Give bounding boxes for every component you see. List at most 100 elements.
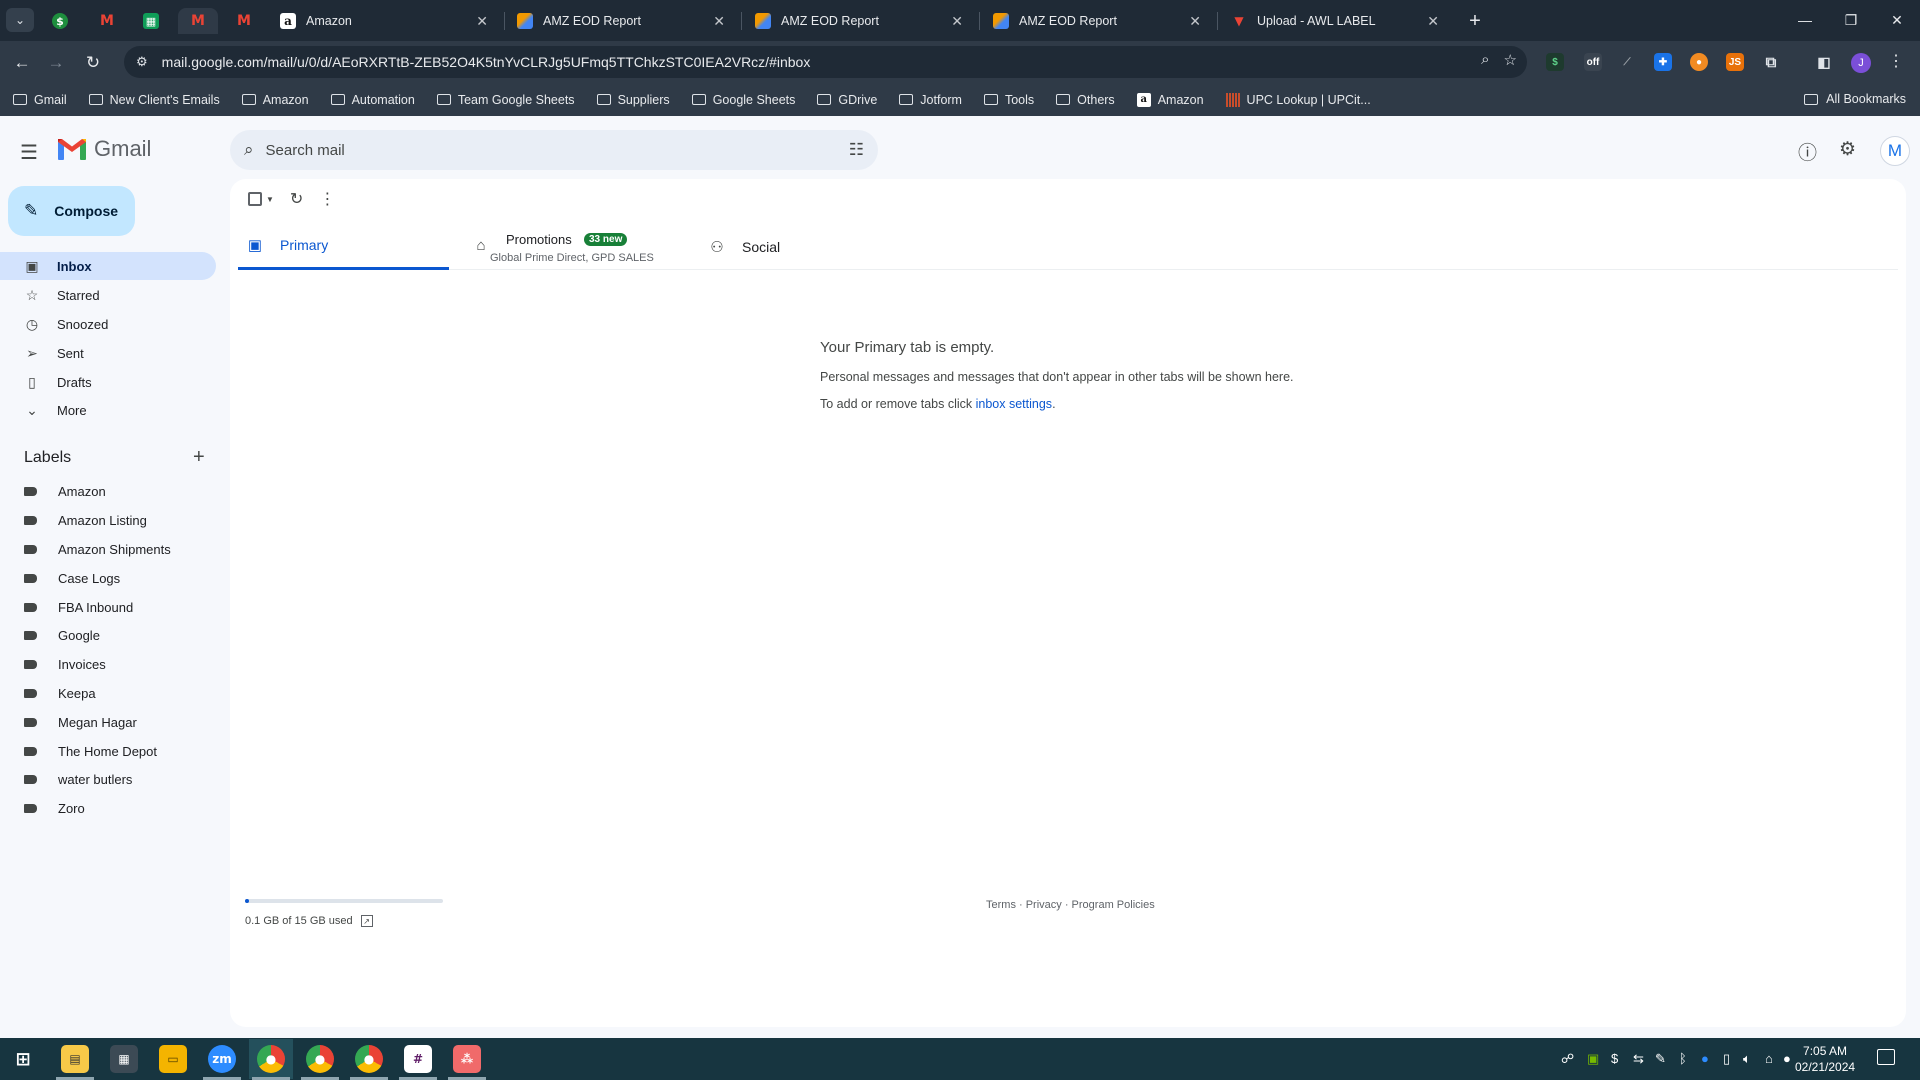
chrome-icon[interactable]: ● <box>257 1045 285 1073</box>
more-options-icon[interactable]: ⋮ <box>319 189 335 209</box>
zoom-icon[interactable]: zm <box>208 1045 236 1073</box>
bookmark-folder[interactable]: Gmail <box>13 93 67 107</box>
url-text[interactable]: mail.google.com/mail/u/0/d/AEoRXRTtB-ZEB… <box>162 54 811 70</box>
select-dropdown-icon[interactable]: ▼ <box>266 195 274 204</box>
chrome-profile-avatar[interactable]: J <box>1851 53 1871 73</box>
minimize-button[interactable]: — <box>1785 8 1825 32</box>
label-item[interactable]: Keepa <box>24 682 96 704</box>
chrome-profile-3-icon[interactable]: ● <box>355 1045 383 1073</box>
sticky-notes-icon[interactable]: ▤ <box>61 1045 89 1073</box>
search-input[interactable] <box>265 141 786 159</box>
bookmark-folder[interactable]: New Client's Emails <box>88 93 220 107</box>
bookmark-folder[interactable]: Suppliers <box>596 93 670 107</box>
chrome-menu-icon[interactable]: ⋮ <box>1888 51 1904 71</box>
bookmark-folder[interactable]: Jotform <box>899 93 962 107</box>
close-icon[interactable]: ✕ <box>713 13 725 30</box>
volume-tray-icon[interactable]: 🔈︎ <box>1743 1051 1751 1067</box>
site-info-icon[interactable]: ⚙ <box>136 54 148 70</box>
bookmark-folder[interactable]: Google Sheets <box>691 93 795 107</box>
sidebar-item-inbox[interactable]: ▣ Inbox <box>0 252 216 280</box>
bookmark-folder[interactable]: Others <box>1056 93 1115 107</box>
extension-js-icon[interactable]: JS <box>1726 53 1744 71</box>
compose-button[interactable]: ✎ Compose <box>8 186 135 236</box>
main-menu-icon[interactable]: ☰ <box>20 140 42 165</box>
tab-amz-eod-2[interactable]: AMZ EOD Report ✕ <box>745 6 973 36</box>
tab-amazon[interactable]: a Amazon ✕ <box>270 6 498 36</box>
bookmark-link[interactable]: a Amazon <box>1136 92 1204 107</box>
tab-social[interactable]: ⚇ Social <box>708 223 908 270</box>
bluetooth-tray-icon[interactable]: ᛒ <box>1679 1051 1687 1066</box>
search-icon[interactable]: ⌕ <box>244 140 254 160</box>
side-panel-icon[interactable]: ◧ <box>1815 53 1833 71</box>
asana-icon[interactable]: ⁂ <box>453 1045 481 1073</box>
file-explorer-icon[interactable]: ▭ <box>159 1045 187 1073</box>
footer-links[interactable]: Terms · Privacy · Program Policies <box>986 899 1155 911</box>
tab-amz-eod-3[interactable]: AMZ EOD Report ✕ <box>983 6 1211 36</box>
taskbar-clock[interactable]: 7:05 AM 02/21/2024 <box>1795 1043 1855 1075</box>
calculator-icon[interactable]: ▦ <box>110 1045 138 1073</box>
gmail-logo[interactable]: Gmail <box>58 136 151 162</box>
battery-tray-icon[interactable]: ▯ <box>1723 1051 1730 1067</box>
extension-icon[interactable]: $ <box>1546 53 1564 71</box>
close-icon[interactable]: ✕ <box>476 13 488 30</box>
tab-amz-eod-1[interactable]: AMZ EOD Report ✕ <box>507 6 735 36</box>
pinned-tab-1[interactable]: $ <box>40 8 80 34</box>
bookmark-star-icon[interactable]: ☆ <box>1504 51 1517 69</box>
open-external-icon[interactable]: ↗ <box>360 915 373 927</box>
notification-center-icon[interactable] <box>1877 1049 1895 1065</box>
settings-gear-icon[interactable]: ⚙ <box>1839 138 1856 161</box>
chrome-profile-2-icon[interactable]: ● <box>306 1045 334 1073</box>
people-tray-icon[interactable]: ☍ <box>1561 1051 1574 1067</box>
bookmark-link[interactable]: UPC Lookup | UPCit... <box>1225 92 1371 107</box>
label-item[interactable]: Amazon <box>24 480 106 502</box>
pinned-tab-gmail-1[interactable]: M <box>87 8 127 34</box>
account-avatar[interactable]: M <box>1880 136 1910 166</box>
tab-promotions[interactable]: ⌂ Promotions 33 new Global Prime Direct,… <box>472 223 692 270</box>
wifi-tray-icon[interactable]: ⌂ <box>1765 1051 1773 1066</box>
help-icon[interactable]: ⓘ <box>1798 138 1817 165</box>
tab-search-button[interactable]: ⌄ <box>6 8 34 32</box>
close-icon[interactable]: ✕ <box>951 13 963 30</box>
pinned-tab-sheets[interactable]: ▦ <box>131 8 171 34</box>
label-item[interactable]: Invoices <box>24 653 106 675</box>
search-options-icon[interactable]: ☷ <box>849 140 864 160</box>
nvidia-tray-icon[interactable]: ▣ <box>1587 1051 1599 1067</box>
label-item[interactable]: water butlers <box>24 768 132 790</box>
tab-primary[interactable]: ▣ Primary <box>238 223 449 270</box>
new-tab-button[interactable]: + <box>1462 8 1488 34</box>
close-window-button[interactable]: ✕ <box>1877 8 1917 32</box>
restore-button[interactable]: ❐ <box>1831 8 1871 32</box>
address-bar[interactable]: ⚙ mail.google.com/mail/u/0/d/AEoRXRTtB-Z… <box>124 46 1527 78</box>
bookmark-folder[interactable]: Amazon <box>241 93 309 107</box>
sidebar-item-starred[interactable]: ☆ Starred <box>0 281 216 309</box>
label-item[interactable]: Amazon Listing <box>24 509 147 531</box>
forward-button[interactable]: → <box>43 50 69 76</box>
label-item[interactable]: FBA Inbound <box>24 596 133 618</box>
bookmark-folder[interactable]: Team Google Sheets <box>436 93 575 107</box>
add-label-icon[interactable]: + <box>193 446 205 469</box>
all-bookmarks-button[interactable]: All Bookmarks <box>1804 92 1906 106</box>
microphone-tray-icon[interactable]: ● <box>1783 1051 1791 1066</box>
network-drive-tray-icon[interactable]: ⇆ <box>1633 1051 1644 1067</box>
pinned-tab-gmail-active[interactable]: M <box>178 8 218 34</box>
tab-upload-awl[interactable]: ▼ Upload - AWL LABEL ✕ <box>1221 6 1449 36</box>
pinned-tab-gmail-2[interactable]: M <box>224 8 264 34</box>
bookmark-folder[interactable]: Automation <box>330 93 415 107</box>
label-item[interactable]: The Home Depot <box>24 740 157 762</box>
extension-pen-icon[interactable]: ⟋ <box>1618 53 1636 71</box>
pen-tray-icon[interactable]: ✎ <box>1655 1051 1666 1067</box>
label-item[interactable]: Megan Hagar <box>24 711 137 733</box>
label-item[interactable]: Case Logs <box>24 567 120 589</box>
extension-orange-icon[interactable]: ● <box>1690 53 1708 71</box>
close-icon[interactable]: ✕ <box>1427 13 1439 30</box>
refresh-icon[interactable]: ↻ <box>290 189 303 209</box>
select-all-checkbox[interactable] <box>248 192 262 206</box>
bookmark-folder[interactable]: GDrive <box>817 93 877 107</box>
sidebar-item-drafts[interactable]: ▯ Drafts <box>0 368 216 396</box>
bookmark-folder[interactable]: Tools <box>983 93 1034 107</box>
zoom-icon[interactable]: ⌕ <box>1481 51 1489 69</box>
sidebar-item-snoozed[interactable]: ◷ Snoozed <box>0 310 216 338</box>
back-button[interactable]: ← <box>9 50 35 76</box>
label-item[interactable]: Zoro <box>24 797 85 819</box>
label-item[interactable]: Google <box>24 624 100 646</box>
